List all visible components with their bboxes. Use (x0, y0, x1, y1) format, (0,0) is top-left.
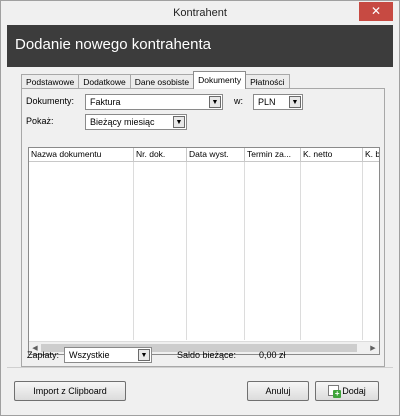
documents-label: Dokumenty: (26, 96, 75, 106)
tab-podstawowe[interactable]: Podstawowe (21, 74, 80, 89)
column-divider (133, 162, 134, 340)
documents-tab-panel: Dokumenty: Faktura ▼ w: PLN ▼ Pokaż: Bie… (21, 88, 385, 367)
cancel-label: Anuluj (265, 386, 291, 396)
add-document-icon: + (328, 385, 342, 398)
add-label: Dodaj (342, 386, 366, 396)
currency-select-value: PLN (258, 97, 276, 107)
tab-dane-osobiste[interactable]: Dane osobiste (129, 74, 195, 89)
dialog-content: Podstawowe Dodatkowe Dane osobiste Dokum… (7, 67, 393, 367)
column-header-issue-date[interactable]: Data wyst. (187, 148, 245, 162)
tab-strip: Podstawowe Dodatkowe Dane osobiste Dokum… (21, 71, 290, 89)
documents-select[interactable]: Faktura ▼ (85, 94, 223, 110)
period-select-value: Bieżący miesiąc (90, 117, 155, 127)
table-header: Nazwa dokumentu Nr. dok. Data wyst. Term… (29, 148, 379, 162)
close-icon: ✕ (370, 4, 382, 18)
table-body (29, 162, 379, 340)
payments-label: Zapłaty: (27, 350, 60, 360)
chevron-down-icon: ▼ (138, 349, 150, 361)
scroll-right-icon[interactable]: ▶ (368, 344, 378, 354)
dialog-header: Dodanie nowego kontrahenta (7, 25, 393, 67)
documents-table[interactable]: Nazwa dokumentu Nr. dok. Data wyst. Term… (28, 147, 380, 355)
add-button[interactable]: + Dodaj (315, 381, 379, 401)
payments-select[interactable]: Wszystkie ▼ (64, 347, 152, 363)
payments-select-value: Wszystkie (69, 350, 110, 360)
currency-label: w: (234, 96, 243, 106)
show-label: Pokaż: (26, 116, 54, 126)
column-header-gross-amount[interactable]: K. b (363, 148, 379, 162)
chevron-down-icon: ▼ (173, 116, 185, 128)
column-divider (300, 162, 301, 340)
column-divider (186, 162, 187, 340)
window-titlebar: Kontrahent ✕ (1, 1, 399, 25)
tab-platnosci[interactable]: Płatności (245, 74, 290, 89)
footer-divider (7, 367, 393, 368)
tab-dodatkowe[interactable]: Dodatkowe (78, 74, 131, 89)
column-divider (362, 162, 363, 340)
chevron-down-icon: ▼ (209, 96, 221, 108)
chevron-down-icon: ▼ (289, 96, 301, 108)
period-select[interactable]: Bieżący miesiąc ▼ (85, 114, 187, 130)
tab-dokumenty[interactable]: Dokumenty (193, 71, 247, 89)
cancel-button[interactable]: Anuluj (247, 381, 309, 401)
documents-select-value: Faktura (90, 97, 121, 107)
currency-select[interactable]: PLN ▼ (253, 94, 303, 110)
close-button[interactable]: ✕ (359, 2, 393, 21)
balance-value: 0,00 zł (259, 350, 286, 360)
column-header-net-amount[interactable]: K. netto (301, 148, 363, 162)
dialog-window: Kontrahent ✕ Dodanie nowego kontrahenta … (0, 0, 400, 416)
window-title: Kontrahent (173, 7, 227, 19)
import-clipboard-button[interactable]: Import z Clipboard (14, 381, 126, 401)
balance-label: Saldo bieżące: (177, 350, 237, 360)
column-divider (244, 162, 245, 340)
column-header-document-name[interactable]: Nazwa dokumentu (29, 148, 134, 162)
column-header-due-date[interactable]: Termin za... (245, 148, 301, 162)
dialog-title: Dodanie nowego kontrahenta (15, 36, 211, 53)
column-header-doc-number[interactable]: Nr. dok. (134, 148, 187, 162)
import-clipboard-label: Import z Clipboard (33, 386, 107, 396)
